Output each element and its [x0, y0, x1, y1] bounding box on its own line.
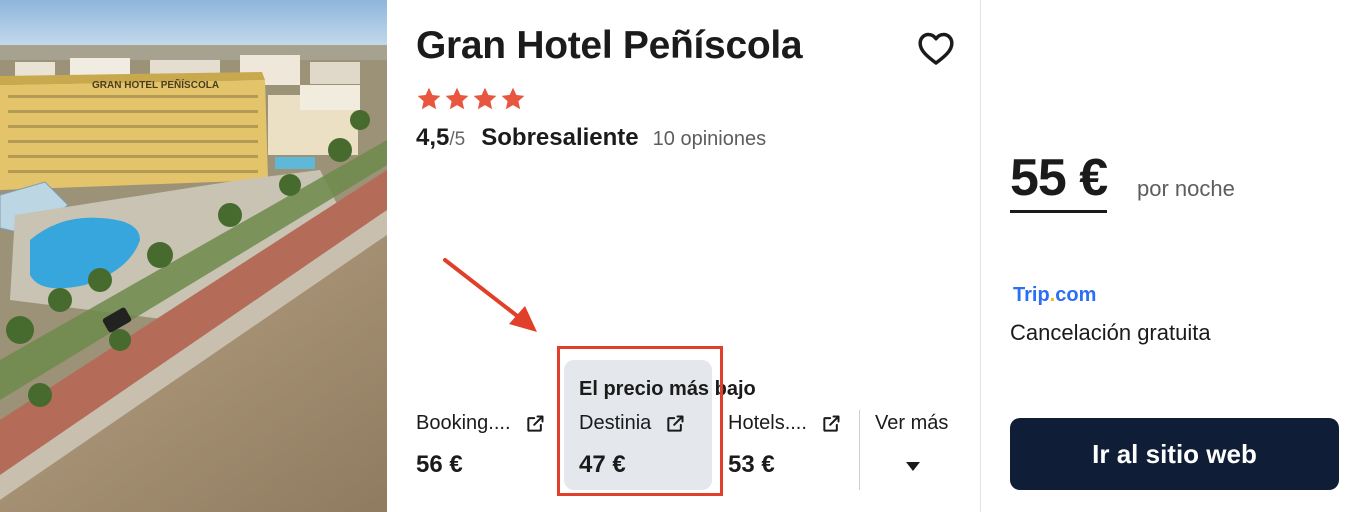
star-icon [501, 87, 525, 110]
star-icon [417, 87, 441, 110]
trip-com-logo: Trip.com [1013, 284, 1096, 307]
star-icon [473, 87, 497, 110]
offer-price: 47 € [579, 451, 626, 478]
offer-price: 53 € [728, 451, 775, 478]
best-price[interactable]: 55 € [1010, 148, 1108, 213]
offers-row: El precio más bajo Booking.... 56 € Dest… [416, 346, 976, 500]
annotation-arrow-icon [443, 258, 537, 332]
offer-provider-name: Destinia [579, 412, 652, 434]
rating-row: 4,5/5 Sobresaliente 10 opiniones [416, 124, 766, 152]
offer-price: 56 € [416, 451, 463, 478]
caret-down-icon[interactable] [906, 462, 920, 471]
offer-hotels[interactable]: Hotels.... 53 € [728, 412, 841, 479]
external-link-icon [526, 415, 544, 432]
external-link-icon [823, 415, 840, 432]
offer-booking[interactable]: Booking.... 56 € [416, 412, 545, 479]
see-more-button[interactable]: Ver más [875, 412, 948, 435]
offer-destinia[interactable]: Destinia 47 € [579, 412, 685, 479]
hotel-aerial-image: GRAN HOTEL PEÑÍSCOLA [0, 0, 387, 512]
offer-provider-name: Hotels.... [728, 412, 807, 434]
lowest-price-label: El precio más bajo [579, 378, 756, 400]
offers-separator [859, 410, 860, 490]
svg-text:GRAN HOTEL PEÑÍSCOLA: GRAN HOTEL PEÑÍSCOLA [92, 78, 219, 91]
logo-text-main: Trip [1013, 284, 1050, 306]
rating-verdict: Sobresaliente [481, 124, 639, 151]
column-divider [980, 0, 981, 512]
hotel-photo[interactable]: GRAN HOTEL PEÑÍSCOLA [0, 0, 387, 512]
price-per-night-label: por noche [1137, 176, 1235, 201]
star-icon [445, 87, 469, 110]
hotel-name[interactable]: Gran Hotel Peñíscola [416, 24, 803, 68]
offer-provider-name: Booking.... [416, 412, 511, 434]
external-link-icon [667, 415, 684, 432]
logo-text-tail: com [1055, 284, 1097, 306]
star-rating [416, 86, 526, 112]
go-to-site-button[interactable]: Ir al sitio web [1010, 418, 1339, 490]
rating-score-max: /5 [449, 129, 466, 150]
rating-score: 4,5 [416, 124, 450, 151]
hotel-info-panel: Gran Hotel Peñíscola 4,5/5 Sobresaliente… [387, 0, 980, 512]
heart-icon[interactable] [917, 30, 955, 66]
reviews-count-link[interactable]: 10 opiniones [653, 128, 766, 151]
free-cancellation-label: Cancelación gratuita [1010, 320, 1211, 345]
